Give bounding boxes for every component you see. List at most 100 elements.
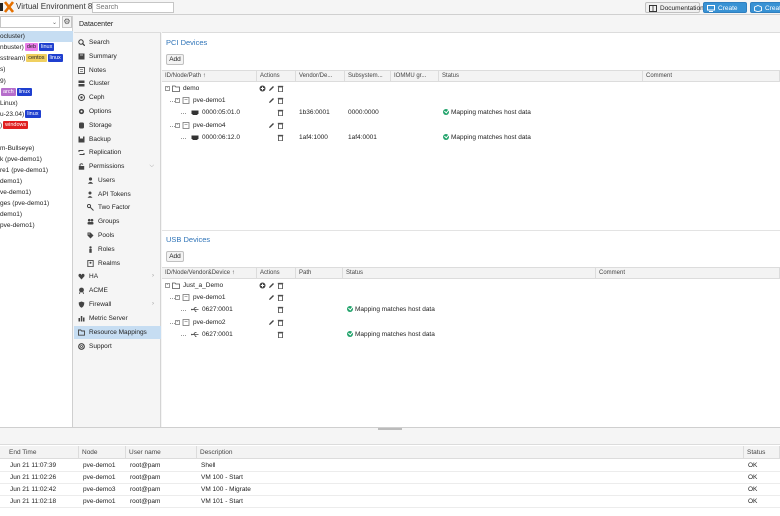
tree-item[interactable]: pve-demo1) (0, 220, 73, 231)
nav-item-roles[interactable]: Roles (74, 243, 161, 256)
nav-item-permissions[interactable]: Permissions ⌵ (74, 160, 161, 173)
nav-item-users[interactable]: Users (74, 174, 161, 187)
nav-item-options[interactable]: Options (74, 105, 161, 118)
delete-action-button[interactable] (277, 122, 284, 130)
column-header[interactable]: IOMMU gr... (391, 71, 439, 82)
table-row[interactable]: - pve-demo4 (162, 120, 780, 132)
tree-item[interactable]: u-23.04) linux (0, 109, 73, 120)
nav-item-pools[interactable]: Pools (74, 229, 161, 242)
collapse-toggle-icon[interactable]: - (165, 283, 170, 288)
tree-item[interactable]: ve-demo1) (0, 187, 73, 198)
column-header[interactable]: Vendor/De... (296, 71, 345, 82)
collapse-toggle-icon[interactable]: - (175, 320, 180, 325)
task-row[interactable]: Jun 21 11:02:42 pve-demo3 root@pam VM 100 -… (0, 484, 780, 496)
add-action-button[interactable] (259, 85, 266, 92)
nav-item-search[interactable]: Search (74, 36, 161, 49)
edit-action-button[interactable] (268, 319, 275, 326)
table-row[interactable]: 0000:05:01.0 1b36:0001 0000:0000 Mapping ma… (162, 107, 780, 119)
tree-item[interactable]: ges (pve-demo1) (0, 198, 73, 209)
column-header[interactable]: Comment (643, 71, 780, 82)
column-header[interactable]: ID/Node/Vendor&Device ↑ (162, 268, 257, 279)
column-header[interactable]: Path (296, 268, 343, 279)
tree-item[interactable]: s) (0, 64, 73, 75)
tree-item[interactable]: sstream) centos linux (0, 53, 73, 64)
table-row[interactable]: 0627:0001 Mapping matches host data (162, 329, 780, 341)
column-header[interactable]: Subsystem... (345, 71, 391, 82)
pci-add-button[interactable]: Add (166, 54, 184, 65)
table-row[interactable]: - pve-demo1 (162, 292, 780, 304)
nav-item-api-tokens[interactable]: API Tokens (74, 188, 161, 201)
collapse-toggle-icon[interactable]: - (175, 123, 180, 128)
tree-item[interactable]: Linux) (0, 98, 73, 109)
nav-item-resource-mappings[interactable]: Resource Mappings (74, 326, 161, 339)
tree-item[interactable]: ) windows (0, 120, 73, 131)
tree-item[interactable]: m-Bullseye) (0, 143, 73, 154)
task-row[interactable]: Jun 21 11:07:39 pve-demo1 root@pam Shell OK (0, 460, 780, 472)
delete-action-button[interactable] (277, 85, 284, 93)
tree-item[interactable]: 9) (0, 76, 73, 87)
nav-item-firewall[interactable]: Firewall › (74, 298, 161, 311)
column-header[interactable]: Node (79, 446, 126, 459)
table-row[interactable]: - demo (162, 83, 780, 95)
tree-item[interactable]: nbuster) deb linux (0, 42, 73, 53)
nav-item-replication[interactable]: Replication (74, 146, 161, 159)
column-header[interactable]: Description (197, 446, 744, 459)
edit-action-button[interactable] (268, 97, 275, 104)
delete-action-button[interactable] (277, 331, 284, 339)
edit-action-button[interactable] (268, 85, 275, 92)
column-header[interactable]: Status (439, 71, 643, 82)
edit-action-button[interactable] (268, 282, 275, 289)
tree-item[interactable]: demo1) (0, 209, 73, 220)
nav-item-support[interactable]: Support (74, 340, 161, 353)
collapse-toggle-icon[interactable]: - (165, 86, 170, 91)
table-row[interactable]: 0627:0001 Mapping matches host data (162, 304, 780, 316)
table-row[interactable]: - Just_a_Demo (162, 280, 780, 292)
column-header[interactable]: Actions (257, 268, 296, 279)
search-input[interactable] (92, 2, 174, 13)
nav-item-groups[interactable]: Groups (74, 215, 161, 228)
nav-item-realms[interactable]: Realms (74, 257, 161, 270)
column-header[interactable]: Actions (257, 71, 296, 82)
nav-item-acme[interactable]: ACME (74, 284, 161, 297)
tree-item[interactable] (0, 131, 73, 142)
task-row[interactable]: Jun 21 11:02:26 pve-demo1 root@pam VM 100 -… (0, 472, 780, 484)
table-row[interactable]: 0000:06:12.0 1af4:1000 1af4:0001 Mapping ma… (162, 132, 780, 144)
usb-add-button[interactable]: Add (166, 251, 184, 262)
view-selector[interactable]: ⌄ (0, 16, 60, 28)
delete-action-button[interactable] (277, 294, 284, 302)
nav-item-ha[interactable]: HA › (74, 270, 161, 283)
delete-action-button[interactable] (277, 134, 284, 142)
edit-action-button[interactable] (268, 122, 275, 129)
table-row[interactable]: - pve-demo1 (162, 95, 780, 107)
nav-item-summary[interactable]: Summary (74, 50, 161, 63)
create-vm-button[interactable]: Create VM (703, 2, 747, 23)
edit-action-button[interactable] (268, 294, 275, 301)
nav-item-two-factor[interactable]: Two Factor (74, 201, 161, 214)
nav-item-notes[interactable]: Notes (74, 64, 161, 77)
delete-action-button[interactable] (277, 282, 284, 290)
create-ct-button[interactable]: Create CT (750, 2, 780, 23)
panel-splitter-handle[interactable] (378, 428, 402, 430)
nav-item-metric-server[interactable]: Metric Server (74, 312, 161, 325)
column-header[interactable]: Status (744, 446, 780, 459)
tree-item[interactable]: re1 (pve-demo1) (0, 165, 73, 176)
table-row[interactable]: - pve-demo2 (162, 317, 780, 329)
column-header[interactable]: Comment (596, 268, 780, 279)
column-header[interactable]: ID/Node/Path ↑ (162, 71, 257, 82)
delete-action-button[interactable] (277, 109, 284, 117)
tree-item[interactable]: ocluster) (0, 31, 73, 42)
gear-icon[interactable]: ⚙ (62, 16, 72, 28)
delete-action-button[interactable] (277, 319, 284, 327)
column-header[interactable]: Status (343, 268, 596, 279)
column-header[interactable]: End Time (6, 446, 79, 459)
nav-item-ceph[interactable]: Ceph (74, 91, 161, 104)
task-row[interactable]: Jun 21 11:02:18 pve-demo1 root@pam VM 101 -… (0, 496, 780, 508)
tree-item[interactable]: k (pve-demo1) (0, 154, 73, 165)
collapse-toggle-icon[interactable]: - (175, 295, 180, 300)
add-action-button[interactable] (259, 282, 266, 289)
tree-item[interactable]: demo1) (0, 176, 73, 187)
documentation-button[interactable]: Documentation (645, 2, 704, 13)
nav-item-storage[interactable]: Storage (74, 119, 161, 132)
column-header[interactable]: User name (126, 446, 197, 459)
tree-item[interactable]: arch linux (0, 87, 73, 98)
